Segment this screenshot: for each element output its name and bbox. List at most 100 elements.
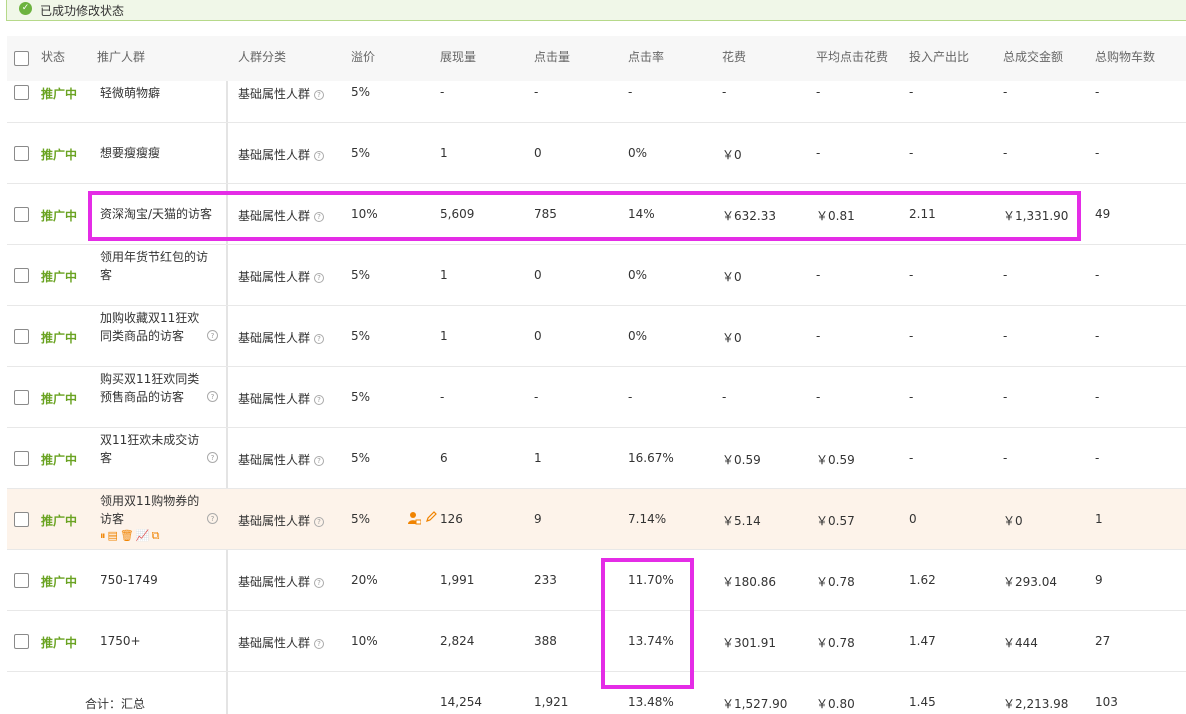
clicks-value: 388 [534,634,557,648]
header-clicks[interactable]: 点击量 [534,48,570,65]
cost-value: ￥301.91 [722,636,776,650]
table-row: 推广中 领用年货节红包的访客 基础属性人群? 5% 1 0 0% ￥0 - - … [7,245,1186,306]
status-badge[interactable]: 推广中 [41,85,77,102]
gmv-value: - [1003,146,1008,160]
status-badge[interactable]: 推广中 [41,512,77,529]
premium-value[interactable]: 10% [351,634,378,648]
help-icon[interactable]: ? [314,578,325,588]
header-avg-cpc[interactable]: 平均点击花费 [816,48,888,65]
header-crowd[interactable]: 推广人群 [97,48,145,65]
help-icon[interactable]: ? [314,517,325,527]
header-status[interactable]: 状态 [41,48,65,65]
row-checkbox[interactable] [14,390,29,405]
crowd-name: 1750+ [100,634,141,648]
premium-value[interactable]: 5% [351,390,370,404]
person-edit-icon[interactable] [407,511,421,525]
status-badge[interactable]: 推广中 [41,268,77,285]
gmv-value: - [1003,329,1008,343]
row-checkbox[interactable] [14,146,29,161]
help-icon[interactable]: ? [314,639,325,649]
table-row: 推广中 想要瘦瘦瘦 基础属性人群? 5% 1 0 0% ￥0 - - - - [7,123,1186,184]
help-icon[interactable]: ? [314,334,325,344]
crowd-category: 基础属性人群? [238,390,325,407]
row-checkbox[interactable] [14,451,29,466]
gmv-value: ￥444 [1003,636,1038,650]
row-checkbox[interactable] [14,573,29,588]
premium-value[interactable]: 5% [351,512,370,526]
header-carts[interactable]: 总购物车数 [1095,48,1155,65]
help-icon[interactable]: ? [314,90,325,100]
total-roi: 1.45 [909,695,936,709]
copy-icon[interactable]: ⧉ [152,529,162,542]
crowd-category: 基础属性人群? [238,451,325,468]
report-icon[interactable]: ▤ [108,529,120,542]
total-avg-cpc: ￥0.80 [816,697,855,711]
row-checkbox[interactable] [14,85,29,100]
ctr-value: 0% [628,268,648,282]
help-icon[interactable]: ? [314,395,325,405]
impressions-value: 1 [440,329,448,343]
help-icon[interactable]: ? [207,513,218,524]
trend-icon[interactable]: 📈 [136,529,152,542]
premium-value[interactable]: 20% [351,573,378,587]
status-badge[interactable]: 推广中 [41,146,77,163]
premium-value[interactable]: 5% [351,146,370,160]
gmv-value: - [1003,85,1008,99]
status-badge[interactable]: 推广中 [41,451,77,468]
pause-icon[interactable]: ⏸ [100,529,108,542]
cost-value: ￥0 [722,331,742,345]
help-icon[interactable]: ? [207,391,218,402]
roi-value: - [909,451,914,465]
row-checkbox[interactable] [14,268,29,283]
row-checkbox[interactable] [14,512,29,527]
row-actions: ⏸▤🗑📈⧉ [100,529,161,543]
help-icon[interactable]: ? [207,452,218,463]
status-badge[interactable]: 推广中 [41,390,77,407]
table-header-overlay: 状态 推广人群 人群分类 溢价 展现量 点击量 点击率 花费 平均点击花费 投入… [7,36,1186,81]
header-cost[interactable]: 花费 [722,48,746,65]
avg-cpc-value: - [816,268,821,282]
header-ctr[interactable]: 点击率 [628,48,664,65]
carts-value: 49 [1095,207,1111,221]
cost-value: ￥180.86 [722,575,776,589]
impressions-value: 126 [440,512,463,526]
clicks-value: 1 [534,451,542,465]
premium-value[interactable]: 5% [351,85,370,99]
help-icon[interactable]: ? [314,151,325,161]
roi-value: 1.62 [909,573,936,587]
header-impressions[interactable]: 展现量 [440,48,476,65]
ctr-value: - [628,390,633,404]
pencil-icon[interactable] [425,511,437,523]
help-icon[interactable]: ? [314,273,325,283]
status-badge[interactable]: 推广中 [41,207,77,224]
row-checkbox[interactable] [14,207,29,222]
select-all-checkbox[interactable] [14,51,29,66]
header-category[interactable]: 人群分类 [238,48,286,65]
row-checkbox[interactable] [14,634,29,649]
help-icon[interactable]: ? [207,330,218,341]
impressions-value: 1,991 [440,573,475,587]
impressions-value: 1 [440,268,448,282]
help-icon[interactable]: ? [314,456,325,466]
table-row: 推广中 购买双11狂欢同类预售商品的访客 ? 基础属性人群? 5% - - - … [7,367,1186,428]
carts-value: 1 [1095,512,1103,526]
clicks-value: 0 [534,268,542,282]
crowd-category: 基础属性人群? [238,634,325,651]
status-badge[interactable]: 推广中 [41,573,77,590]
header-roi[interactable]: 投入产出比 [909,48,969,65]
row-checkbox[interactable] [14,329,29,344]
avg-cpc-value: ￥0.57 [816,514,855,528]
delete-icon[interactable]: 🗑 [120,529,136,542]
premium-value[interactable]: 5% [351,268,370,282]
ctr-value: 0% [628,146,648,160]
header-premium[interactable]: 溢价 [351,48,375,65]
status-badge[interactable]: 推广中 [41,634,77,651]
status-badge[interactable]: 推广中 [41,329,77,346]
premium-value[interactable]: 5% [351,329,370,343]
table-row: 推广中 加购收藏双11狂欢同类商品的访客 ? 基础属性人群? 5% 1 0 0%… [7,306,1186,367]
crowd-name: 750-1749 [100,573,158,587]
table-row: 推广中 双11狂欢未成交访客 ? 基础属性人群? 5% 6 1 16.67% ￥… [7,428,1186,489]
premium-value[interactable]: 5% [351,451,370,465]
header-gmv[interactable]: 总成交金额 [1003,48,1063,65]
table-row: 推广中 750-1749 基础属性人群? 20% 1,991 233 11.70… [7,550,1186,611]
